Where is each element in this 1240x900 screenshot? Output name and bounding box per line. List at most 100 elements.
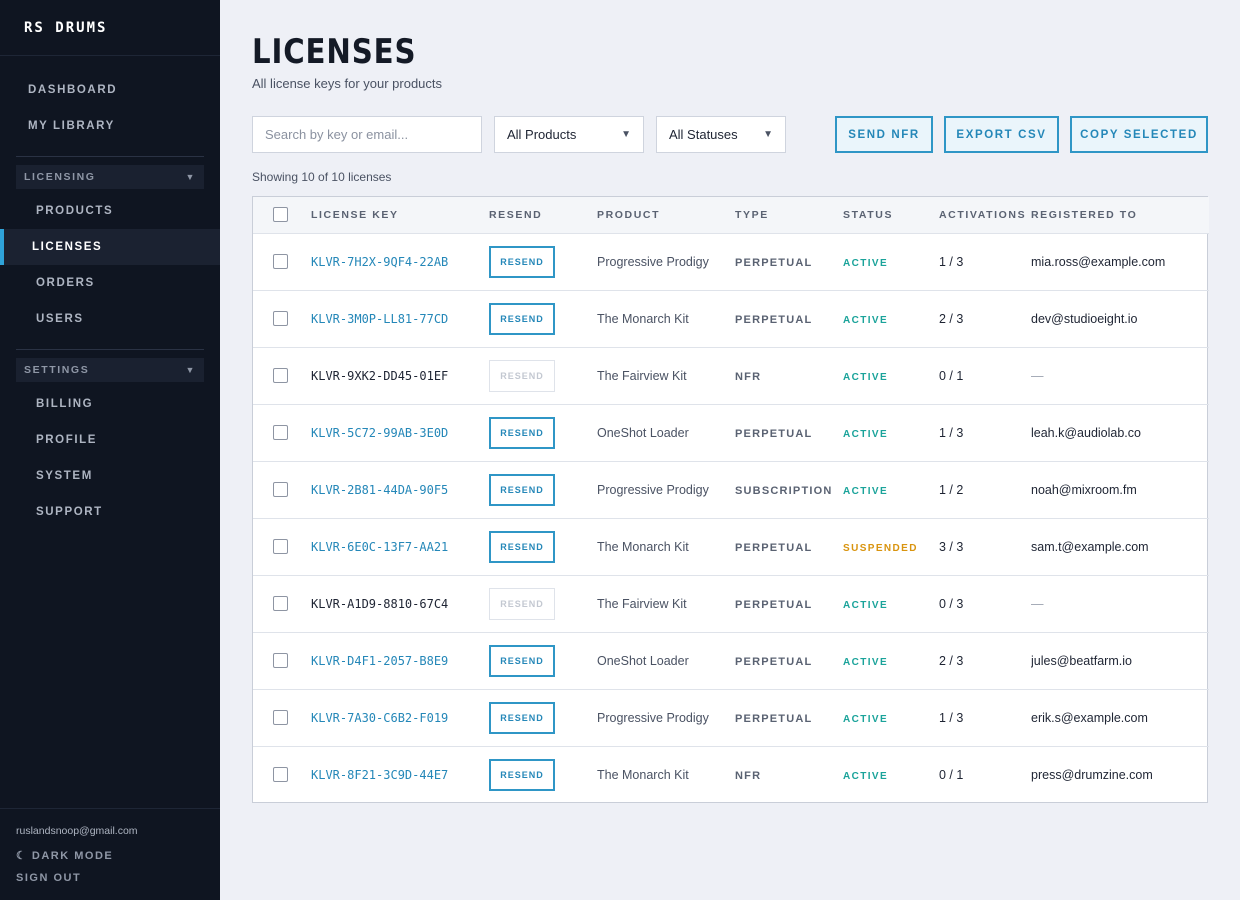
activations-count: 0 / 3 xyxy=(939,596,964,611)
table-row[interactable]: KLVR-7A30-C6B2-F019 RESEND Progressive Pro… xyxy=(253,689,1209,746)
status-badge: ACTIVE xyxy=(843,656,889,668)
nav-licenses[interactable]: LICENSES xyxy=(0,229,220,265)
license-key-link[interactable]: KLVR-A1D9-8810-67C4 xyxy=(311,597,448,611)
brand-logo[interactable]: RS DRUMS xyxy=(0,0,220,56)
table-row[interactable]: KLVR-A1D9-8810-67C4 RESEND The Fairview Ki… xyxy=(253,575,1209,632)
table-row[interactable]: KLVR-9XK2-DD45-01EF RESEND The Fairview Ki… xyxy=(253,347,1209,404)
row-checkbox[interactable] xyxy=(273,767,288,783)
resend-button[interactable]: RESEND xyxy=(489,701,555,734)
resend-button[interactable]: RESEND xyxy=(489,758,555,791)
select-all-checkbox[interactable] xyxy=(273,207,288,223)
license-key-link[interactable]: KLVR-2B81-44DA-90F5 xyxy=(311,483,448,497)
row-checkbox[interactable] xyxy=(273,539,288,555)
column-header[interactable]: LICENSE KEY xyxy=(311,197,489,233)
resend-button[interactable]: RESEND xyxy=(489,473,555,506)
chevron-down-icon: ▼ xyxy=(763,129,773,140)
license-key-link[interactable]: KLVR-7H2X-9QF4-22AB xyxy=(311,255,448,269)
sidebar-divider xyxy=(16,156,204,157)
activations-count: 1 / 3 xyxy=(939,254,964,269)
license-key-link[interactable]: KLVR-6E0C-13F7-AA21 xyxy=(311,540,448,554)
row-checkbox[interactable] xyxy=(273,596,288,612)
sidebar: RS DRUMS DASHBOARD MY LIBRARY LICENSING … xyxy=(0,0,220,900)
resend-button: RESEND xyxy=(489,359,555,392)
row-checkbox[interactable] xyxy=(273,653,288,669)
nav-profile[interactable]: PROFILE xyxy=(0,422,220,458)
resend-button[interactable]: RESEND xyxy=(489,416,555,449)
table-row[interactable]: KLVR-D4F1-2057-B8E9 RESEND OneShot Loader P… xyxy=(253,632,1209,689)
column-header[interactable]: REGISTERED TO xyxy=(1031,197,1209,233)
activations-count: 3 / 3 xyxy=(939,539,964,554)
send-nfr-button[interactable]: SEND NFR xyxy=(835,116,933,153)
copy-selected-button[interactable]: COPY SELECTED xyxy=(1070,116,1208,153)
license-key-link[interactable]: KLVR-D4F1-2057-B8E9 xyxy=(311,654,448,668)
main-content: LICENSES All license keys for your produ… xyxy=(252,0,1209,803)
row-checkbox[interactable] xyxy=(273,368,288,384)
resend-button: RESEND xyxy=(489,587,555,620)
sign-out-link[interactable]: SIGN OUT xyxy=(16,867,220,889)
row-checkbox[interactable] xyxy=(273,254,288,270)
license-type: PERPETUAL xyxy=(735,256,813,269)
table-row[interactable]: KLVR-6E0C-13F7-AA21 RESEND The Monarch Kit… xyxy=(253,518,1209,575)
row-checkbox[interactable] xyxy=(273,425,288,441)
status-badge: ACTIVE xyxy=(843,599,889,611)
activations-count: 0 / 1 xyxy=(939,767,964,782)
license-type: SUBSCRIPTION xyxy=(735,484,833,497)
product-name: Progressive Prodigy xyxy=(597,710,709,725)
resend-button[interactable]: RESEND xyxy=(489,302,555,335)
nav-dashboard[interactable]: DASHBOARD xyxy=(0,72,220,108)
table-row[interactable]: KLVR-5C72-99AB-3E0D RESEND OneShot Loader P… xyxy=(253,404,1209,461)
row-checkbox[interactable] xyxy=(273,482,288,498)
export-csv-button[interactable]: EXPORT CSV xyxy=(944,116,1059,153)
product-name: The Monarch Kit xyxy=(597,539,689,554)
nav-section-licensing[interactable]: LICENSING ▼ xyxy=(16,165,204,189)
license-key-link[interactable]: KLVR-8F21-3C9D-44E7 xyxy=(311,768,448,782)
column-header[interactable]: ACTIVATIONS xyxy=(939,197,1031,233)
table-row[interactable]: KLVR-3M0P-LL81-77CD RESEND The Monarch Kit… xyxy=(253,290,1209,347)
registered-email: — xyxy=(1031,368,1044,383)
chevron-down-icon: ▼ xyxy=(185,365,196,375)
nav-my-library[interactable]: MY LIBRARY xyxy=(0,108,220,144)
row-checkbox[interactable] xyxy=(273,710,288,726)
nav-users[interactable]: USERS xyxy=(0,301,220,337)
registered-email: leah.k@audiolab.co xyxy=(1031,425,1141,440)
activations-count: 1 / 3 xyxy=(939,710,964,725)
table-row[interactable]: KLVR-2B81-44DA-90F5 RESEND Progressive Pro… xyxy=(253,461,1209,518)
table-row[interactable]: KLVR-8F21-3C9D-44E7 RESEND The Monarch Kit… xyxy=(253,746,1209,803)
license-type: PERPETUAL xyxy=(735,655,813,668)
nav-system[interactable]: SYSTEM xyxy=(0,458,220,494)
license-key-link[interactable]: KLVR-3M0P-LL81-77CD xyxy=(311,312,448,326)
nav-products[interactable]: PRODUCTS xyxy=(0,193,220,229)
row-checkbox[interactable] xyxy=(273,311,288,327)
activations-count: 2 / 3 xyxy=(939,311,964,326)
product-filter-select[interactable]: All Products ▼ xyxy=(494,116,644,153)
column-header[interactable]: STATUS xyxy=(843,197,939,233)
status-badge: ACTIVE xyxy=(843,371,889,383)
table-row[interactable]: KLVR-7H2X-9QF4-22AB RESEND Progressive Pro… xyxy=(253,233,1209,290)
section-label: LICENSING xyxy=(24,171,96,183)
column-header[interactable]: PRODUCT xyxy=(597,197,735,233)
license-key-link[interactable]: KLVR-9XK2-DD45-01EF xyxy=(311,369,448,383)
sidebar-footer: ruslandsnoop@gmail.com ☾ DARK MODE SIGN … xyxy=(0,808,220,900)
page-title: LICENSES xyxy=(252,32,417,72)
license-key-link[interactable]: KLVR-7A30-C6B2-F019 xyxy=(311,711,448,725)
license-key-link[interactable]: KLVR-5C72-99AB-3E0D xyxy=(311,426,448,440)
registered-email: press@drumzine.com xyxy=(1031,767,1153,782)
nav-support[interactable]: SUPPORT xyxy=(0,494,220,530)
resend-button[interactable]: RESEND xyxy=(489,644,555,677)
resend-button[interactable]: RESEND xyxy=(489,530,555,563)
nav-orders[interactable]: ORDERS xyxy=(0,265,220,301)
activations-count: 1 / 2 xyxy=(939,482,964,497)
product-name: The Fairview Kit xyxy=(597,368,687,383)
toolbar: All Products ▼ All Statuses ▼ SEND NFR E… xyxy=(252,116,1208,153)
nav-billing[interactable]: BILLING xyxy=(0,386,220,422)
dark-mode-toggle[interactable]: ☾ DARK MODE xyxy=(16,845,220,867)
status-badge: ACTIVE xyxy=(843,770,889,782)
product-name: The Fairview Kit xyxy=(597,596,687,611)
license-type: PERPETUAL xyxy=(735,598,813,611)
status-filter-select[interactable]: All Statuses ▼ xyxy=(656,116,786,153)
resend-button[interactable]: RESEND xyxy=(489,245,555,278)
table-body: KLVR-7H2X-9QF4-22AB RESEND Progressive Pro… xyxy=(253,233,1209,803)
nav-section-settings[interactable]: SETTINGS ▼ xyxy=(16,358,204,382)
column-header[interactable]: TYPE xyxy=(735,197,843,233)
search-input[interactable] xyxy=(252,116,482,153)
